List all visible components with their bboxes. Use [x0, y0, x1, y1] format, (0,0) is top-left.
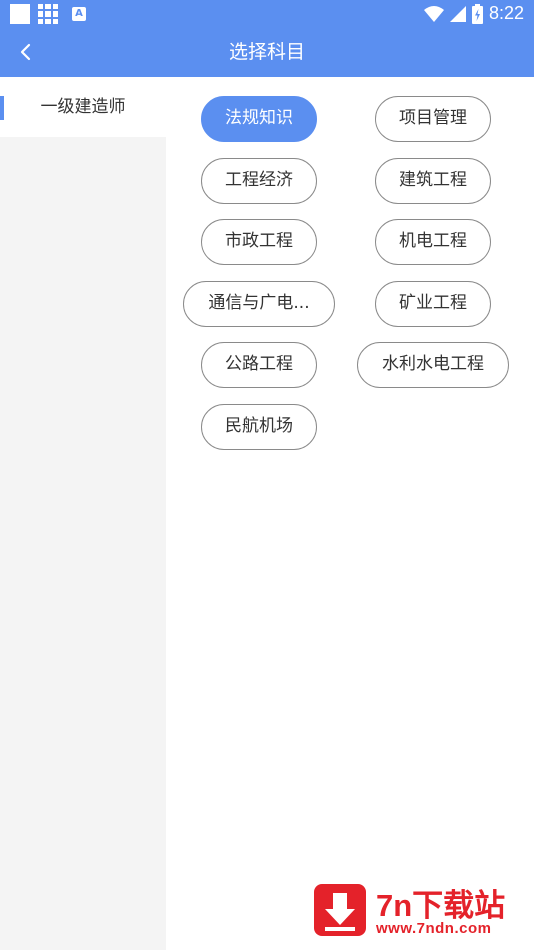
- subject-chip[interactable]: 法规知识: [201, 96, 317, 142]
- subject-chip[interactable]: 建筑工程: [375, 158, 491, 204]
- subject-chip[interactable]: 通信与广电...: [183, 281, 335, 327]
- subject-chip[interactable]: 水利水电工程: [357, 342, 509, 388]
- sidebar-item-yijijianzaoshi[interactable]: 一级建造师: [0, 77, 166, 137]
- subject-chip[interactable]: 市政工程: [201, 219, 317, 265]
- grid-app-icon: [38, 4, 58, 24]
- battery-charging-icon: [471, 3, 483, 24]
- watermark-url: www.7ndn.com: [376, 920, 492, 937]
- blank-square-icon: [10, 4, 30, 24]
- subject-chip[interactable]: 机电工程: [375, 219, 491, 265]
- app-bar: 选择科目: [0, 28, 534, 77]
- chevron-left-icon: [20, 43, 31, 61]
- back-button[interactable]: [8, 34, 44, 70]
- status-right-icons: 8:22: [423, 3, 524, 24]
- subject-chip[interactable]: 公路工程: [201, 342, 317, 388]
- subject-chip[interactable]: 民航机场: [201, 404, 317, 450]
- subject-chip[interactable]: 项目管理: [375, 96, 491, 142]
- status-left-icons: A: [10, 4, 86, 24]
- status-bar: A 8:22: [0, 0, 534, 28]
- download-arrow-icon: [314, 884, 366, 936]
- sidebar-item-label: 一级建造师: [40, 97, 126, 117]
- subject-chip[interactable]: 矿业工程: [375, 281, 491, 327]
- category-sidebar: 一级建造师: [0, 77, 166, 950]
- status-time: 8:22: [488, 3, 524, 23]
- watermark-brand: 7n下载站: [376, 888, 506, 923]
- watermark-logo: 7n下载站 www.7ndn.com: [312, 880, 526, 942]
- cell-signal-icon: [449, 5, 466, 22]
- subject-chip[interactable]: 工程经济: [201, 158, 317, 204]
- page-title: 选择科目: [228, 41, 305, 63]
- wifi-icon: [423, 5, 444, 22]
- a-notification-icon: A: [72, 7, 86, 21]
